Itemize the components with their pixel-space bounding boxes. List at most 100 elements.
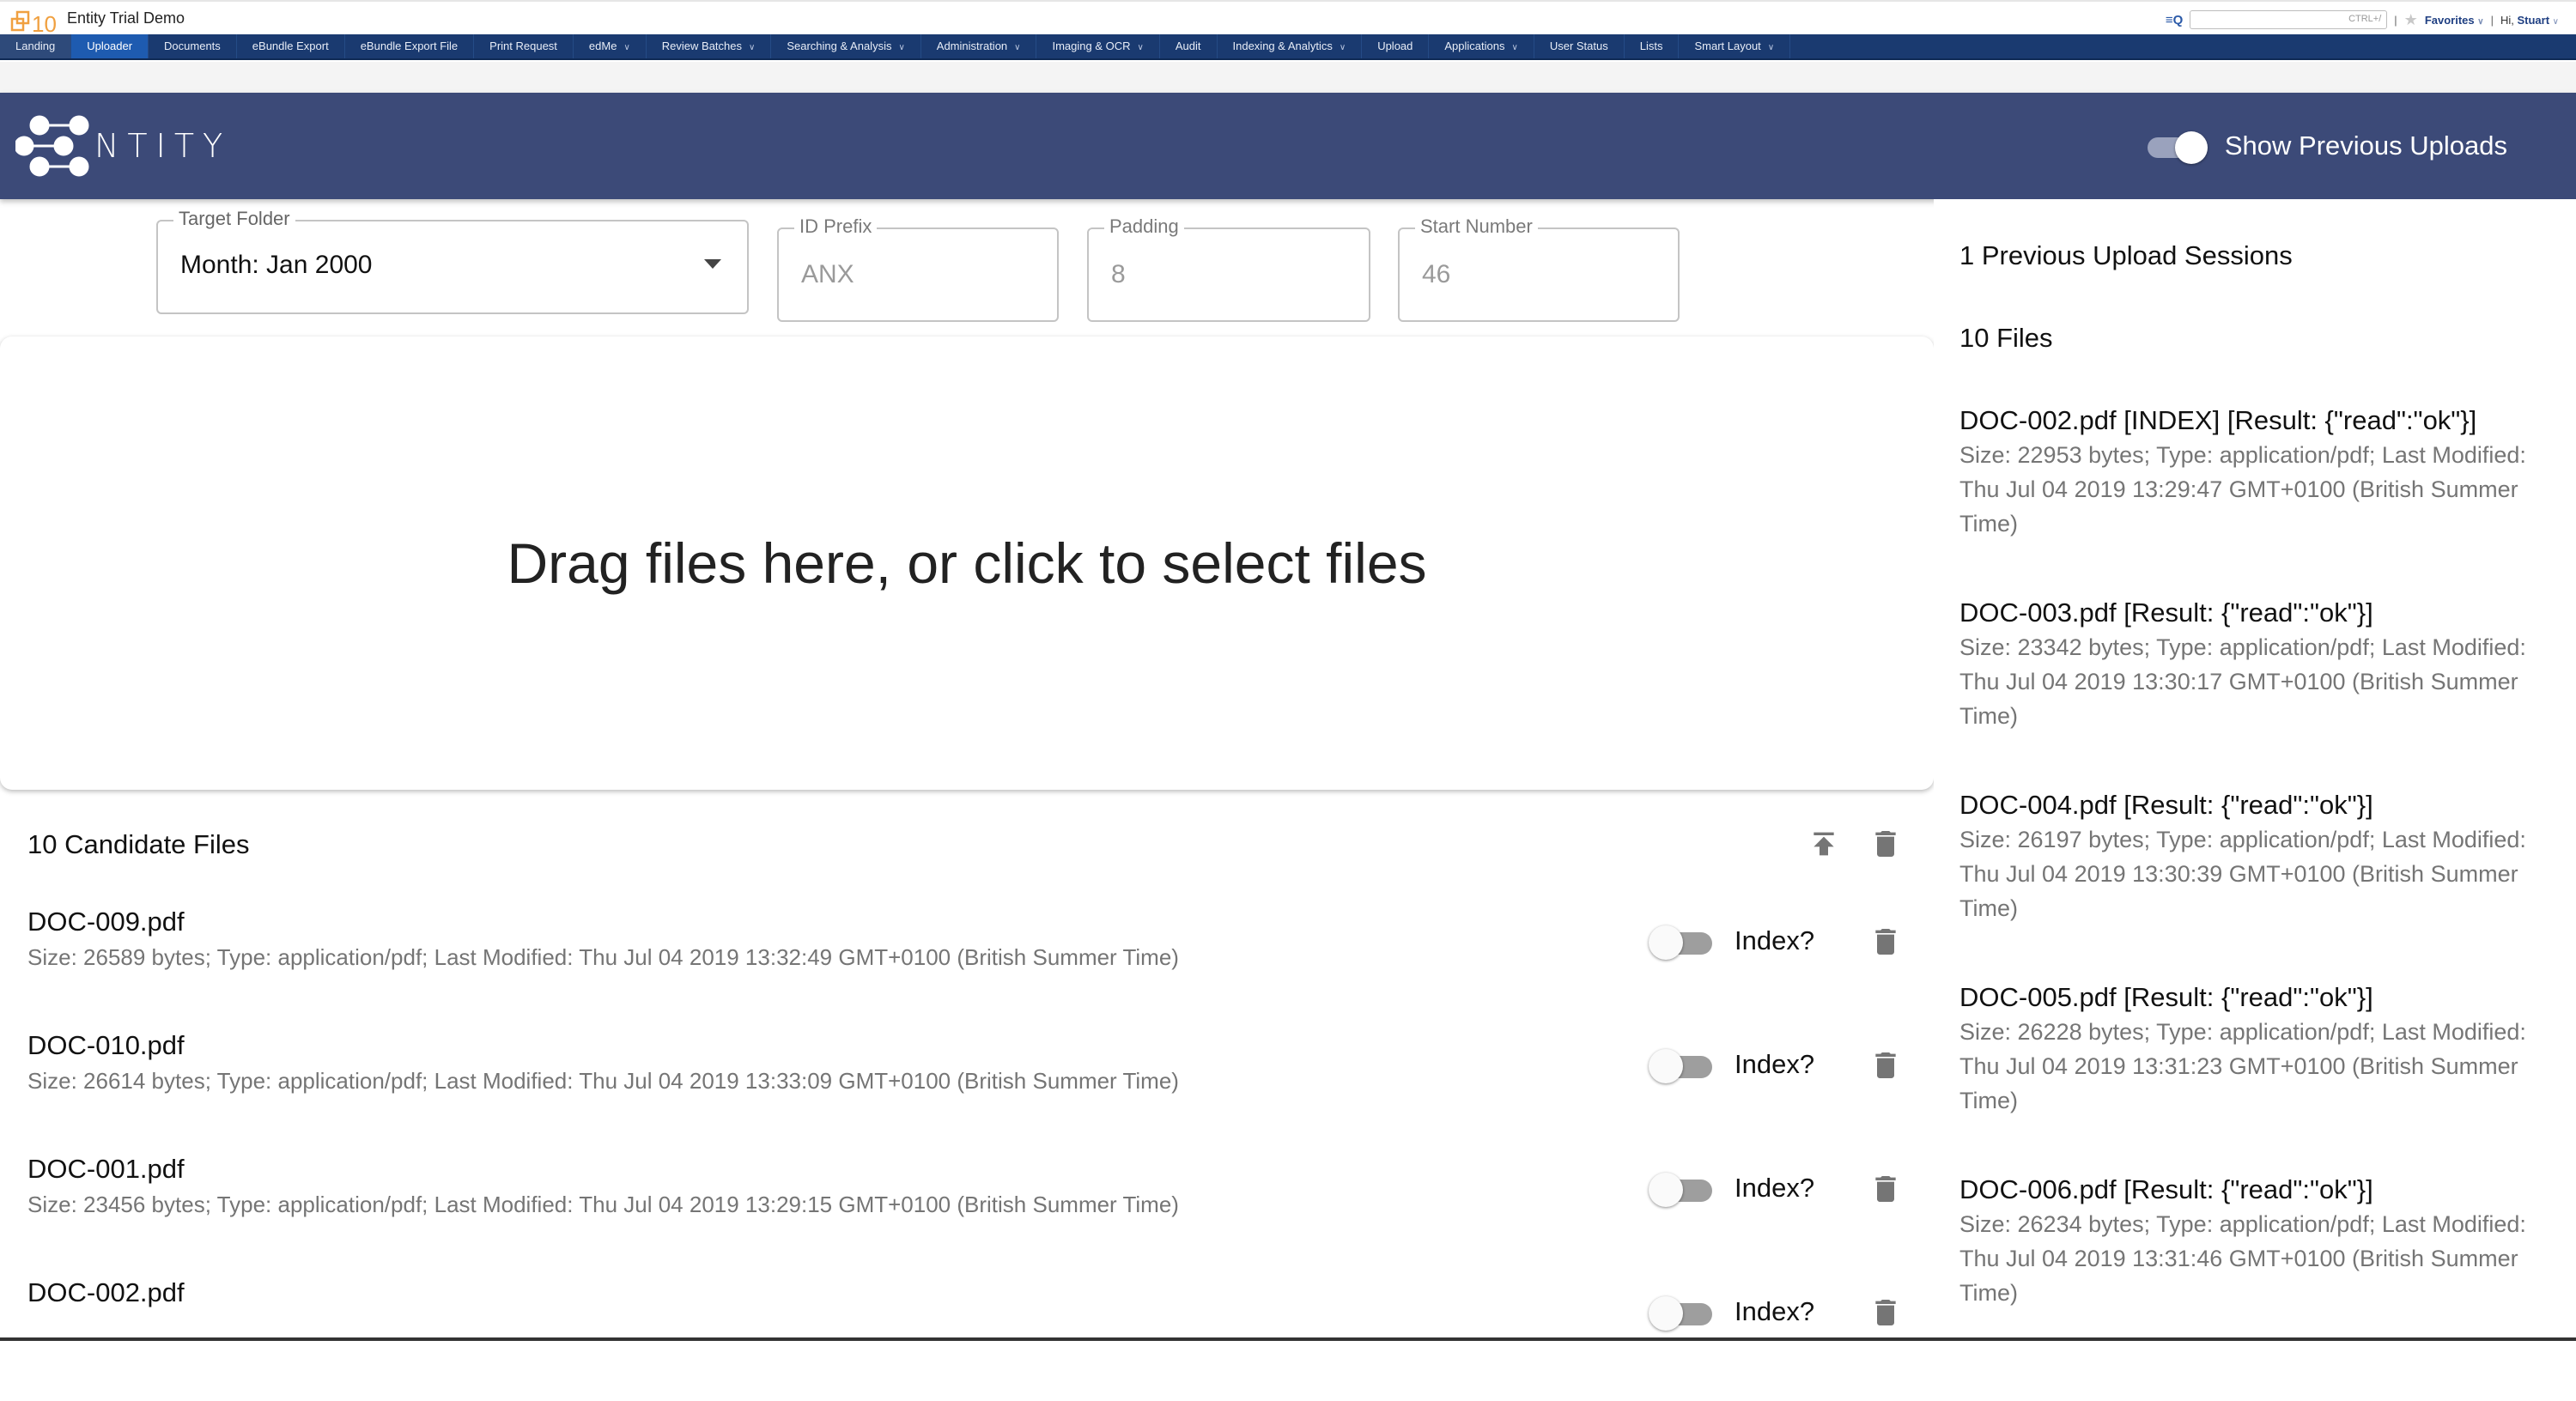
id-prefix-label: ID Prefix bbox=[794, 215, 878, 238]
show-previous-uploads-toggle[interactable]: Show Previous Uploads bbox=[2146, 129, 2507, 164]
nav-item-landing[interactable]: Landing bbox=[0, 34, 72, 58]
separator: | bbox=[2394, 13, 2397, 27]
nav-item-label: Lists bbox=[1639, 39, 1663, 52]
delete-all-trash-icon[interactable] bbox=[1868, 826, 1903, 862]
dropdown-arrow-icon bbox=[704, 259, 721, 269]
previous-files-count: 10 Files bbox=[1959, 323, 2053, 353]
nav-item-imaging-ocr[interactable]: Imaging & OCR ∨ bbox=[1036, 34, 1160, 58]
nav-item-upload[interactable]: Upload bbox=[1362, 34, 1430, 58]
nav-item-label: Indexing & Analytics bbox=[1232, 39, 1333, 52]
delete-file-trash-icon[interactable] bbox=[1868, 1047, 1903, 1083]
favorites-menu[interactable]: Favorites ∨ bbox=[2425, 14, 2484, 27]
nav-item-label: Smart Layout bbox=[1694, 39, 1761, 52]
nav-item-label: Audit bbox=[1175, 39, 1201, 52]
target-folder-value: Month: Jan 2000 bbox=[180, 251, 373, 279]
previous-file-meta: Size: 26234 bytes; Type: application/pdf… bbox=[1959, 1211, 2526, 1306]
chevron-down-icon: ∨ bbox=[2477, 16, 2484, 27]
user-toolbar: ≡Q CTRL+/ | ★ Favorites ∨ | Hi, Stuart ∨ bbox=[2166, 9, 2559, 31]
candidate-file-name: DOC-010.pdf bbox=[27, 1030, 185, 1060]
chevron-down-icon: ∨ bbox=[1339, 43, 1346, 52]
nav-item-user-status[interactable]: User Status bbox=[1534, 34, 1625, 58]
nav-item-audit[interactable]: Audit bbox=[1160, 34, 1218, 58]
drop-zone-text: Drag files here, or click to select file… bbox=[507, 531, 1427, 595]
chevron-down-icon: ∨ bbox=[898, 43, 905, 52]
nav-item-documents[interactable]: Documents bbox=[149, 34, 237, 58]
candidate-file-name: DOC-002.pdf bbox=[27, 1277, 185, 1307]
start-number-field[interactable]: Start Number 46 bbox=[1398, 215, 1680, 322]
upload-all-icon[interactable] bbox=[1807, 826, 1841, 862]
nav-item-ebundle-export[interactable]: eBundle Export bbox=[237, 34, 345, 58]
svg-text:10: 10 bbox=[32, 11, 57, 34]
previous-file-name: DOC-005.pdf [Result: {"read":"ok"}] bbox=[1959, 982, 2373, 1012]
star-icon[interactable]: ★ bbox=[2404, 11, 2418, 29]
nav-item-label: Administration bbox=[936, 39, 1008, 52]
target-folder-select[interactable]: Target Folder Month: Jan 2000 bbox=[156, 208, 749, 314]
app-logo-icon[interactable]: 10 bbox=[10, 9, 64, 34]
favorites-label: Favorites bbox=[2424, 13, 2475, 27]
toggle-thumb bbox=[1649, 1296, 1683, 1331]
chevron-down-icon: ∨ bbox=[1767, 43, 1775, 52]
toggle-thumb bbox=[1649, 925, 1683, 960]
nav-item-label: Print Request bbox=[489, 39, 557, 52]
index-toggle[interactable] bbox=[1649, 1295, 1716, 1332]
entity-logo-icon bbox=[15, 115, 89, 177]
nav-item-label: eBundle Export bbox=[252, 39, 329, 52]
chevron-down-icon: ∨ bbox=[1137, 43, 1144, 52]
id-prefix-field[interactable]: ID Prefix ANX bbox=[777, 215, 1059, 322]
toggle-switch-on[interactable] bbox=[2146, 129, 2209, 164]
nav-item-smart-layout[interactable]: Smart Layout ∨ bbox=[1679, 34, 1791, 58]
candidate-file-meta: Size: 23456 bytes; Type: application/pdf… bbox=[27, 1192, 1179, 1217]
previous-file-name: DOC-002.pdf [INDEX] [Result: {"read":"ok… bbox=[1959, 405, 2477, 435]
nav-item-label: eBundle Export File bbox=[360, 39, 459, 52]
previous-file-item: DOC-004.pdf [Result: {"read":"ok"}] Size:… bbox=[1959, 790, 2561, 925]
user-name: Stuart bbox=[2517, 13, 2550, 27]
nav-item-ebundle-export-file[interactable]: eBundle Export File bbox=[345, 34, 475, 58]
index-label: Index? bbox=[1735, 925, 1815, 955]
candidate-files-title: 10 Candidate Files bbox=[27, 829, 250, 859]
index-toggle[interactable] bbox=[1649, 1047, 1716, 1085]
previous-file-name: DOC-003.pdf [Result: {"read":"ok"}] bbox=[1959, 597, 2373, 628]
nav-item-label: User Status bbox=[1549, 39, 1608, 52]
padding-field[interactable]: Padding 8 bbox=[1087, 215, 1370, 322]
toggle-thumb bbox=[1649, 1173, 1683, 1207]
previous-file-item: DOC-006.pdf [Result: {"read":"ok"}] Size:… bbox=[1959, 1174, 2561, 1310]
padding-label: Padding bbox=[1104, 215, 1184, 238]
show-previous-uploads-label: Show Previous Uploads bbox=[2224, 130, 2507, 161]
quick-search-icon[interactable]: ≡Q bbox=[2166, 13, 2183, 27]
toggle-thumb bbox=[1649, 1049, 1683, 1083]
nav-item-searching-analysis[interactable]: Searching & Analysis ∨ bbox=[771, 34, 921, 58]
delete-file-trash-icon[interactable] bbox=[1868, 1171, 1903, 1207]
chevron-down-icon: ∨ bbox=[2552, 16, 2559, 27]
previous-file-meta: Size: 22953 bytes; Type: application/pdf… bbox=[1959, 442, 2526, 537]
index-toggle[interactable] bbox=[1649, 924, 1716, 961]
padding-value: 8 bbox=[1111, 260, 1126, 288]
delete-file-trash-icon[interactable] bbox=[1868, 1295, 1903, 1331]
chevron-down-icon: ∨ bbox=[1014, 43, 1021, 52]
user-menu[interactable]: Hi, Stuart ∨ bbox=[2500, 14, 2559, 27]
candidate-file-name: DOC-009.pdf bbox=[27, 907, 185, 937]
nav-item-label: Imaging & OCR bbox=[1052, 39, 1131, 52]
previous-uploads-panel: 1 Previous Upload Sessions 10 Files DOC-… bbox=[1934, 199, 2576, 1341]
nav-item-label: Documents bbox=[164, 39, 221, 52]
nav-item-label: Landing bbox=[15, 39, 56, 52]
target-folder-label: Target Folder bbox=[173, 208, 295, 230]
nav-item-lists[interactable]: Lists bbox=[1625, 34, 1680, 58]
nav-item-indexing-analytics[interactable]: Indexing & Analytics ∨ bbox=[1218, 34, 1363, 58]
previous-file-meta: Size: 23342 bytes; Type: application/pdf… bbox=[1959, 634, 2526, 729]
index-toggle[interactable] bbox=[1649, 1171, 1716, 1209]
nav-item-print-request[interactable]: Print Request bbox=[474, 34, 574, 58]
nav-item-review-batches[interactable]: Review Batches ∨ bbox=[647, 34, 772, 58]
previous-file-item: DOC-002.pdf [INDEX] [Result: {"read":"ok… bbox=[1959, 405, 2561, 541]
quick-search-input[interactable]: CTRL+/ bbox=[2190, 10, 2388, 29]
nav-item-edme[interactable]: edMe ∨ bbox=[574, 34, 647, 58]
previous-sessions-count: 1 Previous Upload Sessions bbox=[1959, 240, 2293, 270]
chevron-down-icon: ∨ bbox=[623, 43, 630, 52]
nav-item-administration[interactable]: Administration ∨ bbox=[921, 34, 1037, 58]
file-drop-zone[interactable]: Drag files here, or click to select file… bbox=[0, 337, 1934, 790]
candidate-file-row: DOC-001.pdf Size: 23456 bytes; Type: appl… bbox=[0, 1154, 1934, 1277]
nav-item-uploader[interactable]: Uploader bbox=[71, 34, 149, 58]
candidate-file-meta: Size: 26614 bytes; Type: application/pdf… bbox=[27, 1068, 1179, 1094]
window-bottom-border bbox=[0, 1337, 2576, 1341]
nav-item-applications[interactable]: Applications ∨ bbox=[1429, 34, 1534, 58]
delete-file-trash-icon[interactable] bbox=[1868, 924, 1903, 960]
